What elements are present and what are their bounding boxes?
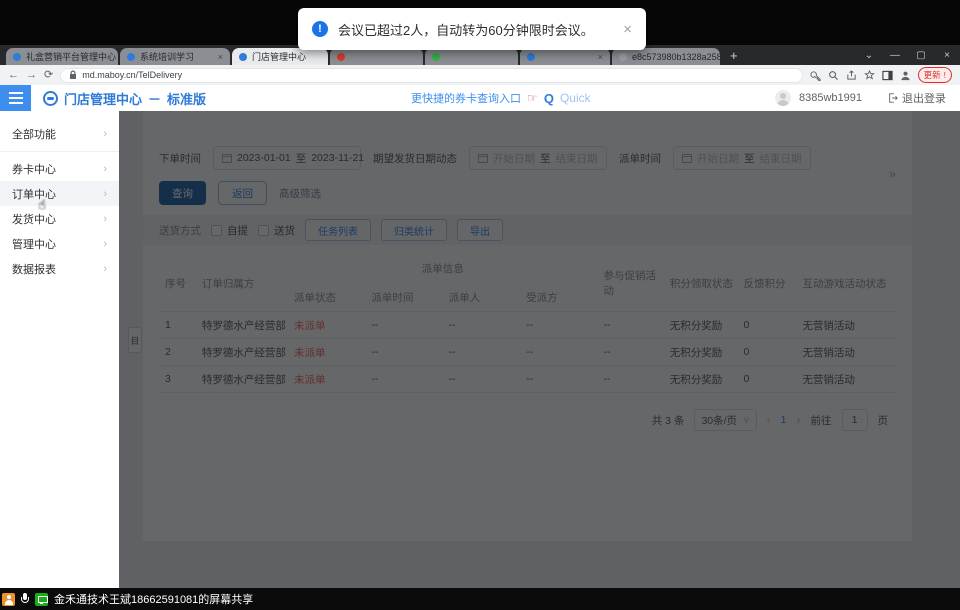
logout-icon xyxy=(888,93,898,103)
chevron-right-icon: › xyxy=(103,188,107,200)
tab-close-icon[interactable]: × xyxy=(214,52,223,62)
browser-tab[interactable]: 礼盒营销平台管理中心 × xyxy=(6,48,118,65)
app-logo-icon xyxy=(43,91,58,106)
browser-tab[interactable]: × xyxy=(520,48,610,65)
tab-label: 门店管理中心 xyxy=(252,50,306,63)
toast-close-icon[interactable]: × xyxy=(623,21,632,38)
quick-q-icon[interactable]: Q xyxy=(544,91,554,106)
tab-label: 系统培训学习 xyxy=(140,50,194,63)
sidebar-menu: 全部功能 › 券卡中心 › 订单中心 › 发货中心 › 管理中心 xyxy=(0,111,119,588)
mouse-cursor-icon: ☝ xyxy=(38,197,46,213)
header-user-area: 8385wb1991 退出登录 xyxy=(775,90,960,106)
side-panel-icon[interactable] xyxy=(882,70,893,81)
dim-overlay xyxy=(119,111,960,588)
browser-navbar: ← → ⟳ md.maboy.cn/TelDelivery 更新 ! xyxy=(0,65,960,85)
sidebar-item-order-center[interactable]: 订单中心 › xyxy=(0,181,119,206)
zoom-icon[interactable] xyxy=(828,70,839,81)
reload-icon[interactable]: ⟳ xyxy=(44,70,53,81)
screen-share-icon[interactable] xyxy=(35,593,48,606)
chevron-right-icon: › xyxy=(103,128,107,140)
chevron-right-icon: › xyxy=(103,213,107,225)
shared-screen: 礼盒营销平台管理中心 × 系统培训学习 × 门店管理中心 xyxy=(0,0,960,610)
key-icon[interactable] xyxy=(810,70,821,81)
username: 8385wb1991 xyxy=(799,92,862,104)
new-tab-button[interactable]: + xyxy=(730,48,738,63)
tab-search-icon[interactable]: ⌄ xyxy=(856,47,882,65)
chevron-right-icon: › xyxy=(103,263,107,275)
url-text: md.maboy.cn/TelDelivery xyxy=(82,70,182,80)
app-edition: 标准版 xyxy=(167,89,206,108)
toast-message: 会议已超过2人，自动转为60分钟限时会议。 xyxy=(338,20,594,39)
back-icon[interactable]: ← xyxy=(8,70,19,81)
globe-favicon xyxy=(619,53,627,61)
meeting-toast: ! 会议已超过2人，自动转为60分钟限时会议。 × xyxy=(298,8,646,50)
app-body: 全部功能 › 券卡中心 › 订单中心 › 发货中心 › 管理中心 xyxy=(0,111,960,588)
browser-tab[interactable] xyxy=(330,48,423,65)
screen-share-text: 金禾通技术王斌18662591081的屏幕共享 xyxy=(54,591,253,607)
browser-action-icons: 更新 ! xyxy=(810,67,952,83)
app-header: 门店管理中心 － 标准版 更快捷的券卡查询入口 ☞ Q Quick 8385wb… xyxy=(0,85,960,111)
browser-tab[interactable]: 系统培训学习 × xyxy=(120,48,230,65)
sidebar-item-coupon-center[interactable]: 券卡中心 › xyxy=(0,156,119,181)
quick-entry-area: 更快捷的券卡查询入口 ☞ Q Quick xyxy=(411,90,591,106)
tab-favicon xyxy=(239,53,247,61)
user-avatar[interactable] xyxy=(775,90,791,106)
screen-share-bar: 金禾通技术王斌18662591081的屏幕共享 xyxy=(0,588,960,610)
chrome-update-button[interactable]: 更新 ! xyxy=(918,67,952,83)
minimize-icon[interactable]: — xyxy=(882,47,908,65)
pointing-finger-icon: ☞ xyxy=(527,91,538,105)
close-window-icon[interactable]: × xyxy=(934,47,960,65)
tab-favicon xyxy=(127,53,135,61)
title-separator: － xyxy=(148,89,161,108)
participant-icon xyxy=(2,593,15,606)
info-icon: ! xyxy=(312,21,328,37)
coupon-query-link[interactable]: 更快捷的券卡查询入口 xyxy=(411,90,521,106)
browser-window: 礼盒营销平台管理中心 × 系统培训学习 × 门店管理中心 xyxy=(0,45,960,588)
chevron-right-icon: › xyxy=(103,163,107,175)
tab-favicon xyxy=(432,53,440,61)
browser-tab[interactable]: e8c573980b1328a258fd2e6... × xyxy=(612,48,720,65)
browser-tab[interactable] xyxy=(425,48,518,65)
update-badge: ! xyxy=(944,70,946,80)
browser-tab-active[interactable]: 门店管理中心 xyxy=(232,48,328,65)
tab-favicon xyxy=(13,53,21,61)
menu-hamburger-button[interactable] xyxy=(0,85,31,111)
app-brand: 门店管理中心 － 标准版 xyxy=(43,89,206,108)
chevron-right-icon: › xyxy=(103,238,107,250)
sidebar-item-data-reports[interactable]: 数据报表 › xyxy=(0,256,119,281)
forward-icon[interactable]: → xyxy=(26,70,37,81)
microphone-icon[interactable] xyxy=(21,593,29,605)
tab-label: e8c573980b1328a258fd2e6... xyxy=(632,52,720,62)
tab-label: 礼盒营销平台管理中心 xyxy=(26,50,116,63)
quick-label[interactable]: Quick xyxy=(560,91,591,105)
sidebar-divider xyxy=(0,151,119,152)
tab-favicon xyxy=(337,53,345,61)
app-title: 门店管理中心 xyxy=(64,89,142,108)
logout-button[interactable]: 退出登录 xyxy=(888,90,946,106)
main-content: 下单时间 2023-01-01 至 2023-11-21 期望发货日期动态 开始… xyxy=(119,111,960,588)
sidebar-item-all-functions[interactable]: 全部功能 › xyxy=(0,121,119,146)
tab-favicon xyxy=(527,53,535,61)
address-bar[interactable]: md.maboy.cn/TelDelivery xyxy=(60,68,802,83)
sidebar-item-shipping-center[interactable]: 发货中心 › xyxy=(0,206,119,231)
profile-avatar-icon[interactable] xyxy=(900,70,911,81)
lock-icon xyxy=(69,70,77,80)
tab-close-icon[interactable]: × xyxy=(594,52,603,62)
share-icon[interactable] xyxy=(846,70,857,81)
window-controls: ⌄ — ▢ × xyxy=(856,47,960,65)
sidebar-item-management-center[interactable]: 管理中心 › xyxy=(0,231,119,256)
bookmark-star-icon[interactable] xyxy=(864,70,875,81)
maximize-icon[interactable]: ▢ xyxy=(908,47,934,65)
